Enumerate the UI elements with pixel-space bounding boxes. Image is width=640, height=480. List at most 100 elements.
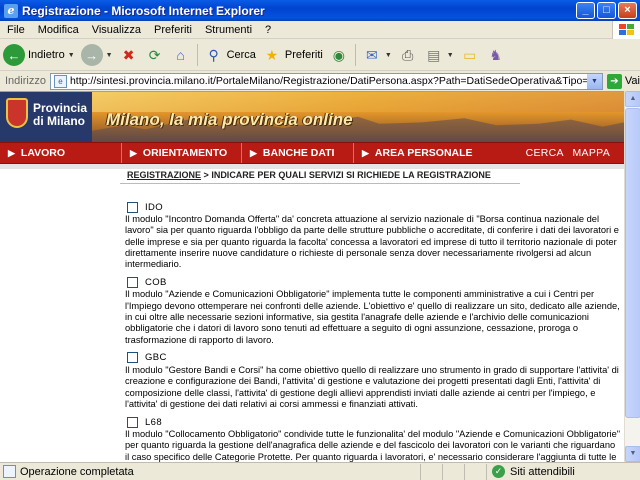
ie-window: e Registrazione - Microsoft Internet Exp… — [0, 0, 640, 480]
back-label: Indietro — [28, 49, 65, 61]
edit-dropdown-icon[interactable]: ▼ — [447, 52, 454, 59]
mail-icon: ✉ — [365, 46, 378, 63]
stop-button[interactable]: ✖ — [116, 42, 142, 68]
minimize-button[interactable]: _ — [576, 2, 595, 19]
nav-item-lavoro[interactable]: ▶ LAVORO — [0, 143, 122, 163]
banner-sky — [92, 92, 624, 112]
nav-arrow-icon: ▶ — [250, 147, 257, 158]
print-icon: ⎙ — [402, 46, 414, 63]
resize-grip[interactable] — [626, 464, 640, 480]
scrollbar-thumb[interactable] — [625, 108, 640, 418]
service-ido-checkbox[interactable] — [127, 201, 138, 213]
search-button[interactable]: ⚲ Cerca — [201, 42, 259, 68]
service-ido: IDO Il modulo "Incontro Domanda Offerta"… — [125, 200, 621, 270]
home-button[interactable]: ⌂ — [168, 42, 194, 68]
provincia-logo[interactable]: Provincia di Milano — [0, 92, 92, 142]
service-code: GBC — [145, 352, 167, 364]
back-button[interactable]: ← Indietro ▼ — [0, 42, 78, 68]
menu-modifica[interactable]: Modifica — [31, 24, 85, 36]
menu-strumenti[interactable]: Strumenti — [198, 24, 258, 36]
nav-item-banche-dati[interactable]: ▶ BANCHE DATI — [242, 143, 354, 163]
nav-label: ORIENTAMENTO — [142, 147, 228, 159]
print-button[interactable]: ⎙ — [395, 42, 421, 68]
service-description: Il modulo "Incontro Domanda Offerta" da'… — [125, 214, 619, 270]
status-cell — [464, 463, 486, 480]
back-dropdown-icon[interactable]: ▼ — [68, 52, 75, 59]
nav-item-area-personale[interactable]: ▶ AREA PERSONALE — [354, 143, 504, 163]
breadcrumb-separator: > — [203, 170, 209, 180]
scroll-up-arrow-icon[interactable]: ▲ — [625, 91, 640, 107]
mail-dropdown-icon[interactable]: ▼ — [385, 52, 392, 59]
go-button[interactable]: ➔ Vai — [606, 73, 640, 89]
menu-help[interactable]: ? — [258, 24, 277, 36]
zone-label: Siti attendibili — [510, 465, 575, 478]
search-icon: ⚲ — [208, 46, 219, 63]
favorites-star-icon: ★ — [265, 46, 279, 63]
nav-label: LAVORO — [20, 147, 66, 159]
nav-cerca-link[interactable]: CERCA — [526, 147, 564, 159]
service-description: Il modulo "Collocamento Obbligatorio" co… — [125, 429, 621, 462]
nav-item-orientamento[interactable]: ▶ ORIENTAMENTO — [122, 143, 242, 163]
scroll-down-arrow-icon[interactable]: ▼ — [625, 446, 640, 462]
services-list: IDO Il modulo "Incontro Domanda Offerta"… — [125, 200, 621, 462]
messenger-icon: ♞ — [489, 46, 502, 63]
media-button[interactable]: ◉ — [326, 42, 352, 68]
status-bar: Operazione completata ✓ Siti attendibili — [0, 462, 640, 480]
toolbar: ← Indietro ▼ → ▼ ✖ ⟳ ⌂ ⚲ Cerca ★ Preferi… — [0, 40, 640, 71]
trusted-zone-icon: ✓ — [492, 465, 505, 478]
discuss-button[interactable]: ▭ — [457, 42, 483, 68]
vertical-scrollbar[interactable]: ▲ ▼ — [624, 91, 640, 462]
edit-button[interactable]: ▤ ▼ — [421, 42, 457, 68]
breadcrumb-current: INDICARE PER QUALI SERVIZI SI RICHIEDE L… — [211, 170, 491, 180]
service-code: COB — [145, 276, 167, 288]
service-cob: COB Il modulo "Aziende e Comunicazioni O… — [125, 275, 621, 345]
service-cob-checkbox[interactable] — [127, 276, 138, 288]
toolbar-separator — [354, 44, 356, 66]
breadcrumb-registrazione-link[interactable]: REGISTRAZIONE — [127, 170, 201, 180]
site-header: Provincia di Milano Milano, la mia provi… — [0, 92, 624, 142]
logo-text: Provincia di Milano — [33, 102, 87, 128]
status-cell — [420, 463, 442, 480]
toolbar-separator — [196, 44, 198, 66]
refresh-button[interactable]: ⟳ — [142, 42, 168, 68]
address-input[interactable]: e http://sintesi.provincia.milano.it/Por… — [49, 72, 603, 90]
messenger-button[interactable]: ♞ — [483, 42, 509, 68]
address-url[interactable]: http://sintesi.provincia.milano.it/Porta… — [70, 75, 587, 87]
edit-icon: ▤ — [427, 46, 441, 63]
address-dropdown-icon[interactable]: ▼ — [586, 73, 602, 89]
stop-icon: ✖ — [122, 46, 135, 63]
security-zone[interactable]: ✓ Siti attendibili — [486, 463, 626, 480]
mail-button[interactable]: ✉ ▼ — [359, 42, 395, 68]
go-label: Vai — [624, 75, 640, 87]
main-nav: ▶ LAVORO ▶ ORIENTAMENTO ▶ BANCHE DATI ▶ … — [0, 142, 624, 164]
media-icon: ◉ — [332, 46, 345, 63]
service-description: Il modulo "Gestore Bandi e Corsi" ha com… — [125, 364, 619, 409]
nav-arrow-icon: ▶ — [130, 147, 137, 158]
page-icon: e — [53, 74, 67, 88]
title-bar[interactable]: e Registrazione - Microsoft Internet Exp… — [0, 0, 640, 21]
nav-label: BANCHE DATI — [262, 147, 335, 159]
menu-bar: File Modifica Visualizza Preferiti Strum… — [0, 20, 640, 39]
menu-preferiti[interactable]: Preferiti — [147, 24, 198, 36]
close-button[interactable]: × — [618, 2, 637, 19]
favorites-label: Preferiti — [284, 49, 323, 61]
menu-file[interactable]: File — [0, 24, 31, 36]
status-cell — [442, 463, 464, 480]
search-label: Cerca — [226, 49, 256, 61]
status-text: Operazione completata — [20, 465, 134, 478]
forward-button[interactable]: → ▼ — [78, 42, 116, 68]
page-done-icon — [3, 465, 16, 478]
menu-visualizza[interactable]: Visualizza — [85, 24, 147, 36]
forward-dropdown-icon[interactable]: ▼ — [106, 52, 113, 59]
service-gbc-checkbox[interactable] — [127, 352, 138, 364]
ie-icon: e — [4, 3, 18, 18]
favorites-button[interactable]: ★ Preferiti — [259, 42, 326, 68]
service-code: L68 — [145, 416, 163, 428]
window-title: Registrazione - Microsoft Internet Explo… — [22, 3, 265, 18]
service-gbc: GBC Il modulo "Gestore Bandi e Corsi" ha… — [125, 351, 621, 410]
nav-subbar — [0, 164, 624, 169]
service-l68-checkbox[interactable] — [127, 416, 138, 428]
maximize-button[interactable]: □ — [597, 2, 616, 19]
page-viewport: Provincia di Milano Milano, la mia provi… — [0, 91, 624, 462]
nav-mappa-link[interactable]: MAPPA — [573, 147, 610, 159]
